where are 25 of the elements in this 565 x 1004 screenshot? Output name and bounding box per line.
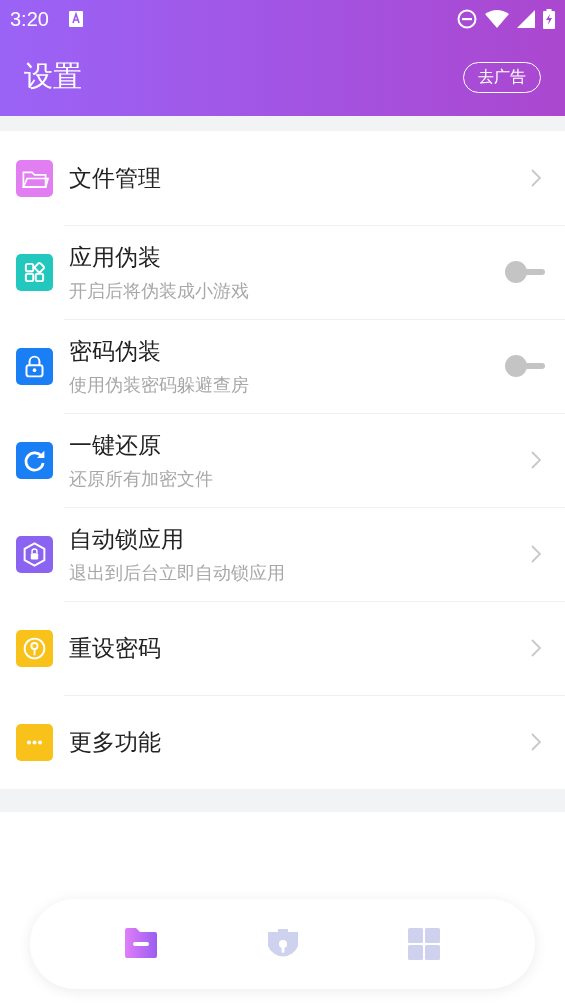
- setting-description: 还原所有加密文件: [69, 467, 214, 491]
- setting-title[interactable]: 密码伪装: [69, 335, 505, 367]
- toggle-switch[interactable]: [505, 355, 545, 377]
- status-time: 3:20: [10, 7, 49, 31]
- setting-title[interactable]: 一键还原: [69, 429, 531, 461]
- chevron-right-icon: [531, 733, 541, 751]
- page-title: 设置: [24, 58, 82, 95]
- setting-title[interactable]: 应用伪装: [69, 241, 505, 273]
- wifi-icon: [485, 10, 509, 28]
- setting-description: 开启后将伪装成小游戏: [69, 279, 250, 303]
- setting-title[interactable]: 更多功能: [69, 726, 531, 758]
- chevron-right-icon: [531, 639, 541, 657]
- toggle-switch[interactable]: [505, 261, 545, 283]
- battery-icon: [543, 9, 555, 29]
- setting-title[interactable]: 文件管理: [69, 162, 531, 194]
- do-not-disturb-icon: [457, 9, 477, 29]
- signal-icon: [517, 10, 535, 28]
- setting-title[interactable]: 自动锁应用: [69, 523, 531, 555]
- setting-description: 使用伪装密码躲避查房: [69, 373, 250, 397]
- setting-description: 退出到后台立即自动锁应用: [69, 561, 286, 585]
- setting-title[interactable]: 重设密码: [69, 632, 531, 664]
- chevron-right-icon: [531, 169, 541, 187]
- chevron-right-icon: [531, 545, 541, 563]
- keyboard-icon: [68, 11, 83, 27]
- chevron-right-icon: [531, 451, 541, 469]
